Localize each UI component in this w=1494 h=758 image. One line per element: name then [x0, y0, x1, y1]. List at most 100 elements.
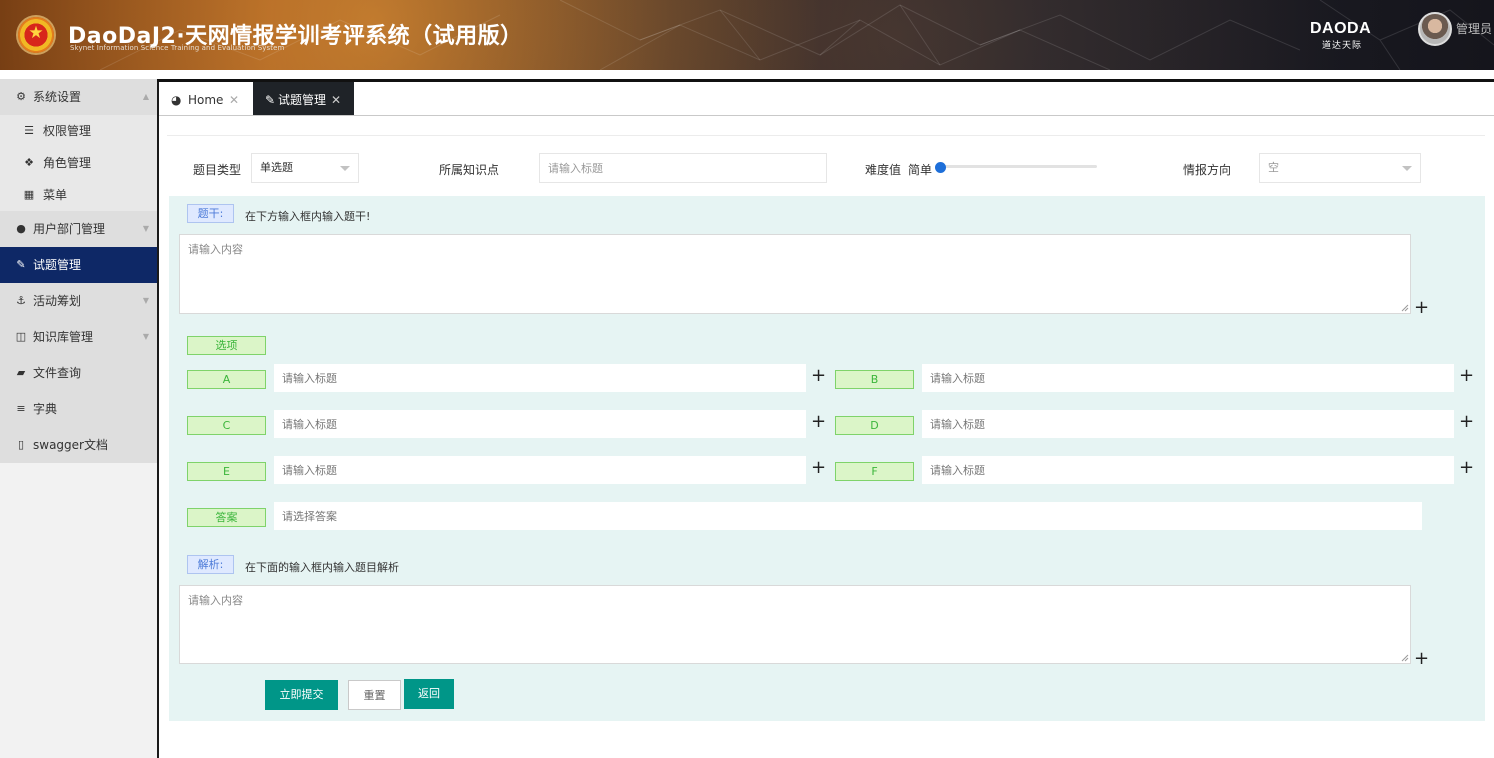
option-b-input[interactable]	[922, 364, 1454, 392]
sidebar-item-questions[interactable]: ✎ 试题管理	[0, 247, 157, 283]
user-avatar[interactable]	[1418, 12, 1452, 46]
option-d-input[interactable]	[922, 410, 1454, 438]
difficulty-value: 简单	[908, 163, 933, 177]
brand-logo-text: DAODA	[1310, 20, 1372, 37]
edit-icon: ✎	[16, 258, 26, 271]
intel-direction-select[interactable]: 空	[1259, 153, 1421, 183]
tab-bar: ◕ Home ✕ ✎ 试题管理 ✕	[159, 82, 1494, 116]
sidebar-item-label: swagger文档	[33, 438, 108, 452]
gears-icon: ⚙	[16, 90, 26, 103]
tab-label: 试题管理	[278, 93, 327, 107]
analysis-hint: 在下面的输入框内输入题目解析	[245, 561, 399, 574]
file-pdf-icon: ▯	[17, 438, 25, 451]
sidebar-item-swagger[interactable]: ▯ swagger文档	[0, 427, 157, 463]
resize-grip-icon[interactable]	[1401, 654, 1409, 662]
add-option-b-plus-icon[interactable]: +	[1459, 367, 1474, 385]
tab-questions[interactable]: ✎ 试题管理 ✕	[253, 82, 354, 115]
columns-icon: ◫	[15, 330, 27, 343]
close-icon[interactable]: ✕	[331, 82, 341, 118]
add-analysis-plus-icon[interactable]: +	[1414, 650, 1429, 668]
cubes-icon: ❖	[24, 156, 34, 169]
add-option-f-plus-icon[interactable]: +	[1459, 459, 1474, 477]
add-option-c-plus-icon[interactable]: +	[811, 413, 826, 431]
edit-icon: ✎	[265, 93, 276, 107]
option-f-input[interactable]	[922, 456, 1454, 484]
caret-down-icon	[340, 166, 350, 171]
sidebar-item-user-department[interactable]: ● 用户部门管理 ▼	[0, 211, 157, 247]
sidebar-item-label: 字典	[33, 402, 58, 416]
submit-button[interactable]: 立即提交	[265, 680, 338, 710]
answer-select[interactable]	[274, 502, 1422, 530]
option-a-input[interactable]	[274, 364, 806, 392]
caret-down-icon	[1402, 166, 1412, 171]
bars-icon: ≡	[16, 402, 26, 415]
sidebar-item-file-query[interactable]: ▰ 文件查询	[0, 355, 157, 391]
resize-grip-icon[interactable]	[1401, 304, 1409, 312]
stem-hint: 在下方输入框内输入题干!	[245, 210, 371, 223]
folder-open-icon: ▰	[16, 366, 26, 379]
sidebar-item-system-settings[interactable]: ⚙ 系统设置 ▲	[0, 79, 157, 115]
dashboard-icon: ◕	[171, 93, 182, 107]
sidebar: ⚙ 系统设置 ▲ ☰ 权限管理 ❖ 角色管理 ▦ 菜单 ● 用户部门管理 ▼ ✎…	[0, 79, 159, 758]
windows-icon: ▦	[23, 188, 35, 201]
add-option-d-plus-icon[interactable]: +	[1459, 413, 1474, 431]
chevron-down-icon: ▼	[142, 296, 149, 305]
add-stem-plus-icon[interactable]: +	[1414, 299, 1429, 317]
sidebar-item-activity-planning[interactable]: ⚓ 活动筹划 ▼	[0, 283, 157, 319]
user-name[interactable]: 管理员	[1456, 20, 1492, 37]
sidebar-item-dictionary[interactable]: ≡ 字典	[0, 391, 157, 427]
content-divider	[167, 135, 1485, 136]
option-e-tag: E	[187, 462, 266, 481]
stem-tag: 题干:	[187, 204, 234, 223]
analysis-tag: 解析:	[187, 555, 234, 574]
chevron-down-icon: ▼	[142, 224, 149, 233]
knowledge-point-label: 所属知识点	[439, 163, 500, 177]
option-d-tag: D	[835, 416, 914, 435]
sidebar-item-label: 活动筹划	[33, 294, 82, 308]
anchor-icon: ⚓	[16, 294, 26, 307]
difficulty-slider-handle[interactable]	[935, 162, 946, 173]
sidebar-item-knowledge-base[interactable]: ◫ 知识库管理 ▼	[0, 319, 157, 355]
sidebar-item-label: 系统设置	[33, 90, 82, 104]
sidebar-item-label: 角色管理	[43, 156, 92, 170]
options-tag: 选项	[187, 336, 266, 355]
close-icon[interactable]: ✕	[229, 82, 239, 118]
reset-button[interactable]: 重置	[348, 680, 401, 710]
list-icon: ☰	[24, 124, 34, 137]
brand-subtitle: 道达天际	[1322, 41, 1363, 51]
sidebar-item-label: 菜单	[43, 188, 68, 202]
sidebar-item-label: 试题管理	[33, 258, 82, 272]
option-c-input[interactable]	[274, 410, 806, 438]
stem-textarea[interactable]	[179, 234, 1411, 314]
add-option-e-plus-icon[interactable]: +	[811, 459, 826, 477]
knowledge-point-input[interactable]	[539, 153, 827, 183]
back-button[interactable]: 返回	[404, 679, 454, 709]
sidebar-item-label: 用户部门管理	[33, 222, 106, 236]
difficulty-slider-track[interactable]	[939, 165, 1097, 168]
sidebar-item-label: 权限管理	[43, 124, 92, 138]
sidebar-item-permission[interactable]: ☰ 权限管理	[0, 115, 157, 147]
answer-tag: 答案	[187, 508, 266, 527]
intel-direction-value: 空	[1268, 161, 1279, 174]
chevron-up-icon: ▲	[142, 92, 149, 101]
tab-home[interactable]: ◕ Home ✕	[159, 82, 253, 115]
sidebar-menu: ⚙ 系统设置 ▲ ☰ 权限管理 ❖ 角色管理 ▦ 菜单 ● 用户部门管理 ▼ ✎…	[0, 79, 157, 463]
user-icon: ●	[16, 222, 26, 235]
analysis-textarea[interactable]	[179, 585, 1411, 664]
option-a-tag: A	[187, 370, 266, 389]
tab-label: Home	[188, 93, 224, 107]
option-f-tag: F	[835, 462, 914, 481]
option-b-tag: B	[835, 370, 914, 389]
app-subtitle: Skynet Information Science Training and …	[70, 44, 285, 52]
chevron-down-icon: ▼	[142, 332, 149, 341]
question-type-label: 题目类型	[193, 163, 242, 177]
option-c-tag: C	[187, 416, 266, 435]
sidebar-item-roles[interactable]: ❖ 角色管理	[0, 147, 157, 179]
option-e-input[interactable]	[274, 456, 806, 484]
add-option-a-plus-icon[interactable]: +	[811, 367, 826, 385]
question-type-select[interactable]: 单选题	[251, 153, 359, 183]
sidebar-item-label: 知识库管理	[33, 330, 94, 344]
difficulty-label: 难度值	[865, 163, 902, 177]
sidebar-item-menu[interactable]: ▦ 菜单	[0, 179, 157, 211]
sidebar-item-label: 文件查询	[33, 366, 82, 380]
